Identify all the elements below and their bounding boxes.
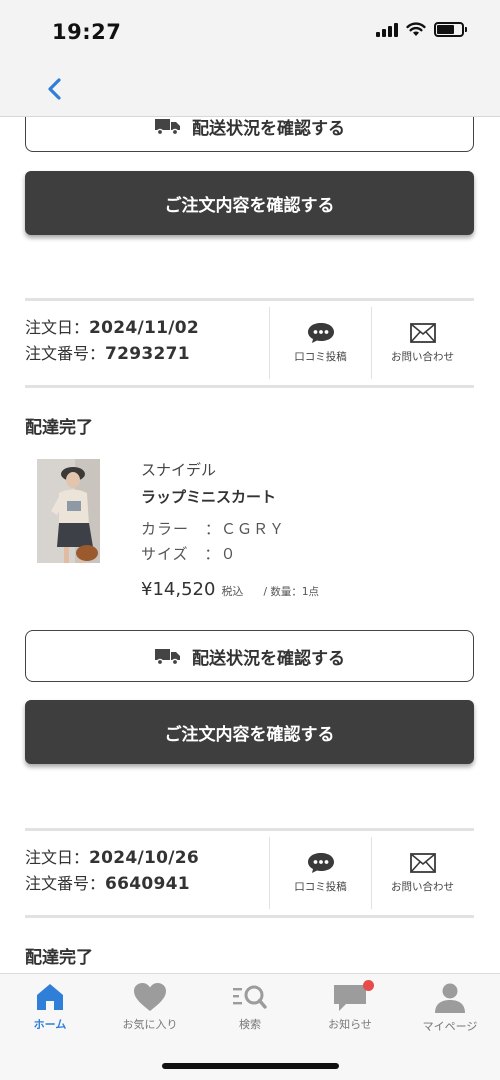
back-button[interactable] <box>40 74 70 104</box>
review-post-button[interactable]: 口コミ投稿 <box>269 837 371 909</box>
tab-mypage[interactable]: マイページ <box>400 982 500 1042</box>
product-price: ¥14,520 <box>141 579 216 600</box>
order-number-row: 注文番号：6640941 <box>25 871 269 897</box>
speech-bubble-icon <box>307 323 334 343</box>
product-name[interactable]: ラップミニスカート <box>141 486 276 507</box>
order-date-label: 注文日： <box>25 318 90 337</box>
person-icon <box>435 983 465 1013</box>
contact-button[interactable]: お問い合わせ <box>371 307 473 379</box>
order-detail-label: ご注文内容を確認する <box>164 195 335 216</box>
home-indicator <box>162 1063 339 1069</box>
tab-search[interactable]: 検索 <box>200 982 300 1042</box>
track-delivery-label: 配送状況を確認する <box>192 118 345 139</box>
home-icon <box>37 984 63 1010</box>
status-time: 19:27 <box>52 20 122 44</box>
envelope-icon <box>409 853 436 873</box>
order-detail-label: ご注文内容を確認する <box>164 724 335 745</box>
order-detail-button[interactable]: ご注文内容を確認する <box>25 700 474 764</box>
wifi-icon <box>406 22 426 36</box>
notification-badge <box>363 980 374 991</box>
delivery-status: 配達完了 <box>25 948 93 968</box>
status-bar: 19:27 <box>0 0 500 64</box>
tab-home-label: ホーム <box>33 1018 67 1031</box>
contact-label: お問い合わせ <box>391 351 454 363</box>
order-number-label: 注文番号： <box>25 874 106 893</box>
track-delivery-button[interactable]: 配送状況を確認する <box>25 630 474 682</box>
order-number-label: 注文番号： <box>25 344 106 363</box>
track-delivery-label: 配送状況を確認する <box>192 648 345 669</box>
order-date-row: 注文日：2024/11/02 <box>25 315 269 341</box>
track-delivery-button[interactable]: 配送状況を確認する <box>25 117 474 152</box>
review-post-label: 口コミ投稿 <box>294 351 347 363</box>
order-date-row: 注文日：2024/10/26 <box>25 845 269 871</box>
order-number: 7293271 <box>105 344 190 364</box>
product-photo <box>37 459 100 563</box>
product-size: サイズ ：０ <box>141 545 237 563</box>
search-icon <box>233 985 267 1009</box>
order-detail-button[interactable]: ご注文内容を確認する <box>25 171 474 235</box>
tab-notifications-label: お知らせ <box>328 1018 372 1031</box>
review-post-label: 口コミ投稿 <box>294 881 347 893</box>
nav-bar <box>0 64 500 117</box>
order-date: 2024/11/02 <box>89 318 200 338</box>
product-image[interactable] <box>37 459 100 563</box>
product-price-row: ¥14,520 税込 / 数量：1点 <box>141 579 319 600</box>
contact-label: お問い合わせ <box>391 881 454 893</box>
truck-icon <box>154 646 182 666</box>
order-header: 注文日：2024/11/02 注文番号：7293271 口コミ投稿 お問い合わせ <box>25 298 474 388</box>
product-color: カラー ：ＣＧＲＹ <box>141 520 286 538</box>
order-number-row: 注文番号：7293271 <box>25 341 269 367</box>
heart-icon <box>134 983 166 1011</box>
order-header: 注文日：2024/10/26 注文番号：6640941 口コミ投稿 お問い合わせ <box>25 828 474 918</box>
signal-icon <box>376 22 398 37</box>
order-number: 6640941 <box>105 874 190 894</box>
truck-icon <box>154 117 182 136</box>
order-date-label: 注文日： <box>25 848 90 867</box>
review-post-button[interactable]: 口コミ投稿 <box>269 307 371 379</box>
tab-search-label: 検索 <box>239 1018 261 1031</box>
delivery-status: 配達完了 <box>25 418 93 438</box>
tab-home[interactable]: ホーム <box>0 982 100 1042</box>
status-icons <box>376 22 467 37</box>
quantity-label: / 数量：1点 <box>263 586 319 598</box>
tab-favorites-label: お気に入り <box>122 1018 178 1031</box>
envelope-icon <box>409 323 436 343</box>
order-history-list[interactable]: 配送状況を確認する ご注文内容を確認する 注文日：2024/11/02 注文番号… <box>0 117 500 973</box>
tab-notifications[interactable]: お知らせ <box>300 980 400 1042</box>
speech-bubble-icon <box>307 853 334 873</box>
order-date: 2024/10/26 <box>89 848 200 868</box>
contact-button[interactable]: お問い合わせ <box>371 837 473 909</box>
tax-label: 税込 <box>221 585 244 598</box>
chevron-left-icon <box>48 78 61 100</box>
tab-favorites[interactable]: お気に入り <box>100 982 200 1042</box>
product-brand: スナイデル <box>141 461 217 479</box>
order-info: 注文日：2024/10/26 注文番号：6640941 <box>25 845 269 897</box>
battery-icon <box>434 22 467 37</box>
tab-bar: ホーム お気に入り 検索 お知らせ マイページ <box>0 973 500 1080</box>
tab-mypage-label: マイページ <box>422 1020 478 1033</box>
order-info: 注文日：2024/11/02 注文番号：7293271 <box>25 315 269 367</box>
